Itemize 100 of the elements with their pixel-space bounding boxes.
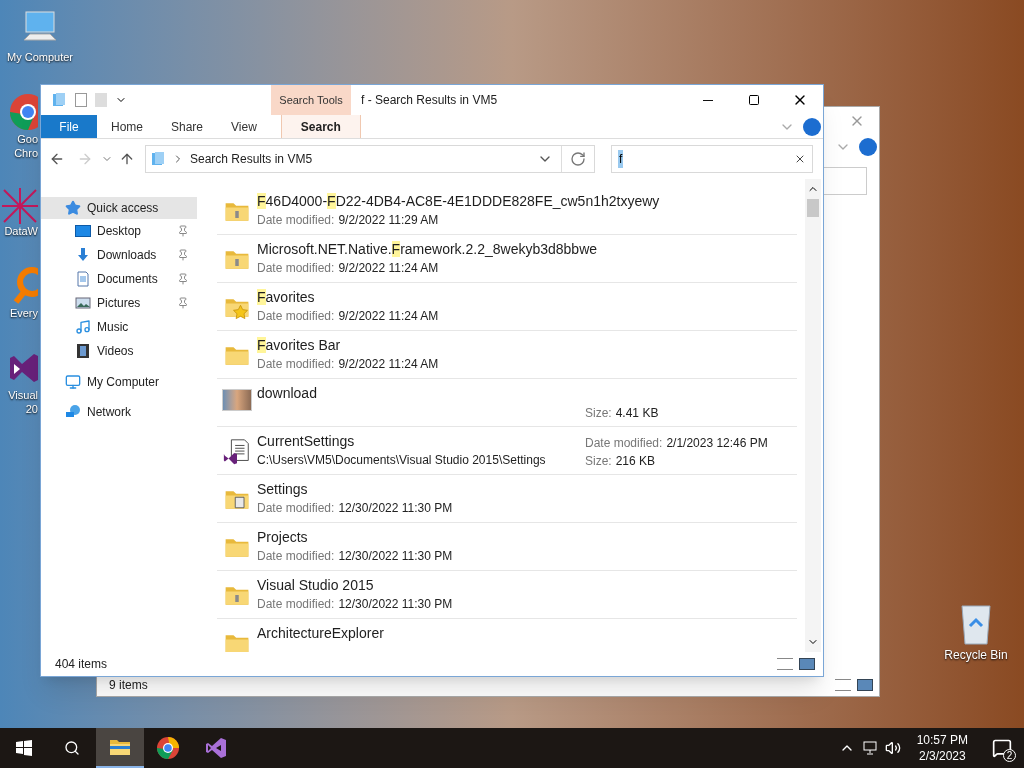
desktop-icon-label: 20 (25, 402, 38, 416)
detail-label: Size: (585, 405, 612, 422)
result-row[interactable]: Projects Date modified: 12/30/2022 11:30 PM (217, 523, 797, 571)
nav-item[interactable]: Videos (41, 339, 197, 363)
clock[interactable]: 10:57 PM 2/3/2023 (910, 732, 974, 764)
pin-icon (177, 225, 189, 237)
properties-icon[interactable] (75, 93, 87, 107)
visual-studio-icon (204, 736, 228, 760)
result-row[interactable]: F46D4000-FD22-4DB4-AC8E-4E1DDDE828FE_cw5n1h2txyewy Date modified: 9/2/2022 11:29 AM (217, 187, 797, 235)
detail-value: 9/2/2022 11:24 AM (338, 356, 439, 373)
search-field[interactable]: f (611, 145, 813, 173)
detail-value: 12/30/2022 11:30 PM (338, 500, 453, 517)
document-icon (75, 271, 91, 287)
picture-icon (75, 295, 91, 311)
result-row[interactable]: ArchitectureExplorer (217, 619, 797, 652)
detail-value: 9/2/2022 11:29 AM (338, 212, 439, 229)
result-row[interactable]: Visual Studio 2015 Date modified: 12/30/2022 11:30 PM (217, 571, 797, 619)
result-row[interactable]: Favorites Date modified: 9/2/2022 11:24 AM (217, 283, 797, 331)
pin-icon (177, 297, 189, 309)
detail-value: 216 KB (615, 453, 656, 470)
status-text: 9 items (109, 677, 148, 694)
file-name: Visual Studio 2015 (257, 576, 375, 595)
nav-item[interactable]: Music (41, 315, 197, 339)
nav-item[interactable]: Desktop (41, 219, 197, 243)
maximize-icon (748, 94, 760, 106)
file-name: CurrentSettings (257, 432, 356, 451)
result-row[interactable]: Favorites Bar Date modified: 9/2/2022 11:24 AM (217, 331, 797, 379)
notifications-button[interactable]: 2 (980, 728, 1024, 768)
detail-label: Date modified: (257, 260, 335, 277)
file-name: ArchitectureExplorer (257, 624, 385, 643)
file-name: F46D4000-FD22-4DB4-AC8E-4E1DDDE828FE_cw5n1h2txyewy (257, 192, 661, 211)
file-path: C:\Users\VM5\Documents\Visual Studio 2015\Settings (257, 452, 547, 469)
desktop-icon-label: Chro (14, 146, 38, 160)
detail-value: 2/1/2023 12:46 PM (666, 435, 768, 452)
image-thumbnail (222, 389, 252, 411)
taskbar-app[interactable] (96, 728, 144, 768)
detail-value: 12/30/2022 11:30 PM (338, 548, 453, 565)
desktop-icon-label: Visual (8, 388, 38, 402)
chrome-icon (156, 736, 180, 760)
details-view-icon[interactable] (835, 679, 851, 691)
result-row[interactable]: CurrentSettings C:\Users\VM5\Documents\Visual Studio 2015\Settings Date modified: 2/1/2023 12:46 PM Size: 216 KB (217, 427, 797, 475)
nav-item[interactable]: My Computer (41, 371, 197, 393)
file-name: download (257, 384, 318, 403)
back-arrow-icon[interactable] (49, 151, 65, 167)
refresh-icon[interactable] (570, 151, 586, 167)
desktop-icon-label: My Computer (7, 50, 73, 64)
pin-icon (177, 249, 189, 261)
result-row[interactable]: Microsoft.NET.Native.Framework.2.2_8wekyb3d8bbwe Date modified: 9/2/2022 11:24 AM (217, 235, 797, 283)
network-graph-icon (2, 188, 38, 224)
detail-label: Size: (585, 453, 612, 470)
detail-value: 9/2/2022 11:24 AM (338, 308, 439, 325)
download-icon (75, 247, 91, 263)
ribbon-tab[interactable]: Home (97, 115, 157, 138)
pin-icon (177, 273, 189, 285)
result-row[interactable]: Settings Date modified: 12/30/2022 11:30 PM (217, 475, 797, 523)
desktop-icon (75, 225, 91, 237)
scroll-thumb[interactable] (807, 199, 819, 217)
detail-label: Date modified: (257, 500, 335, 517)
volume-icon[interactable] (884, 740, 901, 756)
settings-file-icon (222, 437, 252, 467)
detail-label: Date modified: (257, 548, 335, 565)
desktop-icon-label: Every (9, 306, 38, 320)
window-title: f - Search Results in VM5 (361, 92, 498, 109)
clear-icon[interactable] (794, 153, 806, 165)
address-path: Search Results in VM5 (190, 151, 313, 168)
folder-icon[interactable] (51, 92, 67, 108)
details-view-icon[interactable] (777, 658, 793, 670)
ribbon-tab[interactable]: View (217, 115, 271, 138)
detail-label: Date modified: (257, 212, 335, 229)
nav-item[interactable]: Pictures (41, 291, 197, 315)
ribbon-tab[interactable]: Search (280, 115, 361, 138)
address-bar[interactable]: Search Results in VM5 (145, 145, 595, 173)
detail-value: 4.41 KB (615, 405, 659, 422)
detail-label: Date modified: (257, 356, 335, 373)
search-text: f (618, 150, 624, 168)
minimize-icon (703, 99, 713, 101)
ribbon-tab[interactable]: File (41, 115, 97, 138)
detail-label: Date modified: (257, 308, 335, 325)
file-name: Settings (257, 480, 309, 499)
network-icon (65, 404, 81, 420)
nav-item[interactable]: Documents (41, 267, 197, 291)
windows-logo-icon (16, 740, 32, 756)
nav-item[interactable]: Quick access (41, 197, 197, 219)
search-folder-icon (150, 151, 166, 167)
monitor-icon (65, 374, 81, 390)
thumbnail-view-icon[interactable] (799, 658, 815, 670)
network-icon[interactable] (862, 740, 879, 756)
ribbon-tab[interactable]: Share (157, 115, 218, 138)
nav-item[interactable]: Downloads (41, 243, 197, 267)
notification-count: 2 (1003, 749, 1016, 762)
detail-value: 12/30/2022 11:30 PM (338, 596, 453, 613)
thumbnail-view-icon[interactable] (857, 679, 873, 691)
desktop-icon-label: Goo (17, 132, 38, 146)
detail-label: Date modified: (585, 435, 663, 452)
music-note-icon (75, 319, 91, 335)
nav-item[interactable]: Network (41, 401, 197, 423)
result-row[interactable]: download Size: 4.41 KB (217, 379, 797, 427)
file-name: Microsoft.NET.Native.Framework.2.2_8wekyb3d8bbwe (257, 240, 599, 259)
desktop-icon-label: DataW (4, 224, 38, 238)
tab-group-header: Search Tools (271, 85, 351, 115)
